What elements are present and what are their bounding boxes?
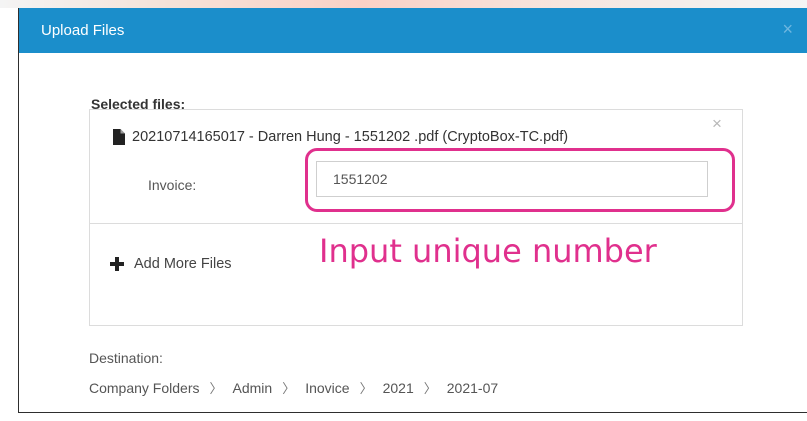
add-more-files-button[interactable]: Add More Files <box>110 256 232 272</box>
plus-icon <box>110 257 124 271</box>
breadcrumb-invoice[interactable]: Inovice <box>305 380 349 396</box>
remove-file-button[interactable]: × <box>712 114 722 134</box>
upload-files-dialog: Upload Files × Selected files: 202107141… <box>18 8 807 413</box>
destination-label: Destination: <box>89 350 163 366</box>
file-name: 20210714165017 - Darren Hung - 1551202 .… <box>132 129 569 145</box>
breadcrumb-2021[interactable]: 2021 <box>383 380 414 396</box>
selected-files-panel: 20210714165017 - Darren Hung - 1551202 .… <box>89 109 743 326</box>
dialog-title: Upload Files <box>41 22 125 39</box>
breadcrumb-separator: 〉 <box>282 381 296 396</box>
breadcrumb-separator: 〉 <box>209 381 223 396</box>
breadcrumb-separator: 〉 <box>423 381 437 396</box>
annotation-text: Input unique number <box>319 232 657 270</box>
breadcrumb-separator: 〉 <box>359 381 373 396</box>
breadcrumb-company-folders[interactable]: Company Folders <box>89 380 200 396</box>
breadcrumb-2021-07[interactable]: 2021-07 <box>447 380 498 396</box>
close-dialog-button[interactable]: × <box>782 20 793 38</box>
dialog-header: Upload Files × <box>19 8 807 53</box>
invoice-label: Invoice: <box>148 177 197 193</box>
background-page-strip <box>0 0 807 8</box>
destination-breadcrumb: Company Folders 〉 Admin 〉 Inovice 〉 2021… <box>89 378 498 397</box>
annotation-highlight-box <box>305 148 735 212</box>
file-icon <box>113 129 125 145</box>
add-more-files-label: Add More Files <box>134 256 232 272</box>
breadcrumb-admin[interactable]: Admin <box>233 380 273 396</box>
